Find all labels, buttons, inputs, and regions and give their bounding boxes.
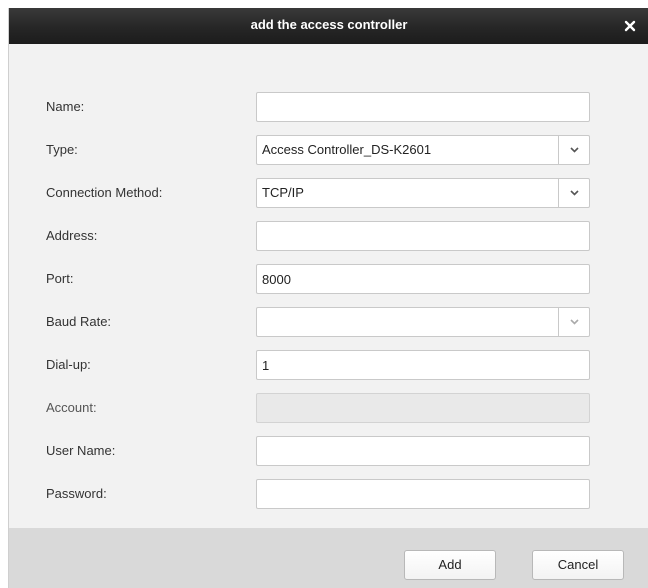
dialog-footer: Add Cancel xyxy=(9,528,648,588)
connection-method-select-divider xyxy=(558,179,559,207)
dial-up-input[interactable] xyxy=(256,350,590,380)
address-input[interactable] xyxy=(256,221,590,251)
password-label: Password: xyxy=(46,486,107,501)
port-label: Port: xyxy=(46,271,74,286)
user-name-input[interactable] xyxy=(256,436,590,466)
address-label: Address: xyxy=(46,228,98,243)
connection-method-select-value: TCP/IP xyxy=(262,185,304,200)
port-input[interactable] xyxy=(256,264,590,294)
type-select-divider xyxy=(558,136,559,164)
cancel-button[interactable]: Cancel xyxy=(532,550,624,580)
baud-rate-select[interactable] xyxy=(256,307,590,337)
connection-method-select[interactable]: TCP/IP xyxy=(256,178,590,208)
user-name-label: User Name: xyxy=(46,443,116,458)
dialog-title: add the access controller xyxy=(250,17,408,32)
baud-rate-label: Baud Rate: xyxy=(46,314,112,329)
connection-method-label: Connection Method: xyxy=(46,185,163,200)
name-input[interactable] xyxy=(256,92,590,122)
dial-up-label: Dial-up: xyxy=(46,357,91,372)
chevron-down-icon[interactable] xyxy=(569,146,580,154)
type-select-value: Access Controller_DS-K2601 xyxy=(262,142,432,157)
close-icon[interactable] xyxy=(623,19,637,33)
baud-rate-select-divider xyxy=(558,308,559,336)
password-input[interactable] xyxy=(256,479,590,509)
name-label: Name: xyxy=(46,99,85,114)
add-button[interactable]: Add xyxy=(404,550,496,580)
type-select[interactable]: Access Controller_DS-K2601 xyxy=(256,135,590,165)
dialog-title-bar: add the access controller xyxy=(9,8,648,44)
type-label: Type: xyxy=(46,142,78,157)
chevron-down-icon[interactable] xyxy=(569,189,580,197)
account-input xyxy=(256,393,590,423)
device-form: Name: Type: Access Controller_DS-K2601 C… xyxy=(9,44,648,528)
account-label: Account: xyxy=(46,400,97,415)
add-access-controller-dialog: add the access controller Name: Type: Ac… xyxy=(8,8,648,588)
chevron-down-icon[interactable] xyxy=(569,318,580,326)
